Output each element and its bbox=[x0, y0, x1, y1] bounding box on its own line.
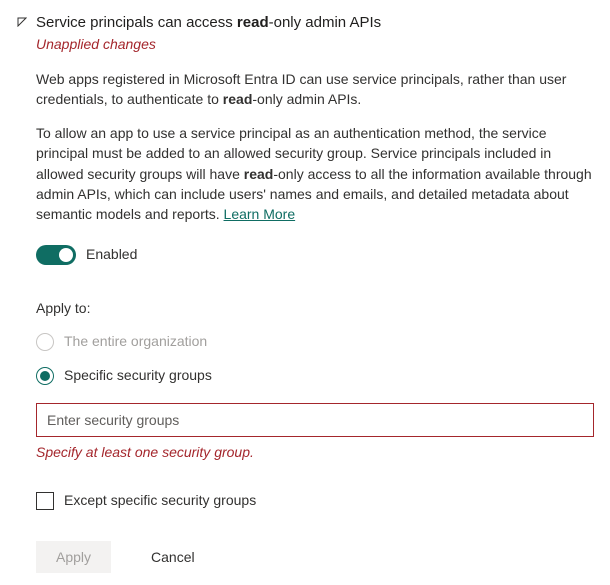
radio-specific-groups[interactable] bbox=[36, 367, 54, 385]
setting-title: Service principals can access read-only … bbox=[36, 12, 594, 33]
apply-to-heading: Apply to: bbox=[36, 299, 594, 319]
enabled-toggle[interactable] bbox=[36, 245, 76, 265]
apply-button: Apply bbox=[36, 541, 111, 573]
collapse-chevron-icon[interactable] bbox=[16, 14, 28, 30]
radio-entire-org-label: The entire organization bbox=[64, 332, 207, 352]
except-groups-label: Except specific security groups bbox=[64, 491, 256, 511]
radio-specific-groups-label: Specific security groups bbox=[64, 366, 212, 386]
cancel-button[interactable]: Cancel bbox=[151, 549, 195, 565]
security-groups-error: Specify at least one security group. bbox=[36, 443, 594, 463]
except-groups-checkbox[interactable] bbox=[36, 492, 54, 510]
description-2: To allow an app to use a service princip… bbox=[36, 123, 594, 224]
unapplied-changes-label: Unapplied changes bbox=[36, 35, 594, 55]
radio-entire-org bbox=[36, 333, 54, 351]
security-groups-input[interactable] bbox=[36, 403, 594, 437]
enabled-toggle-label: Enabled bbox=[86, 245, 137, 265]
description-1: Web apps registered in Microsoft Entra I… bbox=[36, 69, 594, 110]
learn-more-link[interactable]: Learn More bbox=[224, 206, 296, 222]
